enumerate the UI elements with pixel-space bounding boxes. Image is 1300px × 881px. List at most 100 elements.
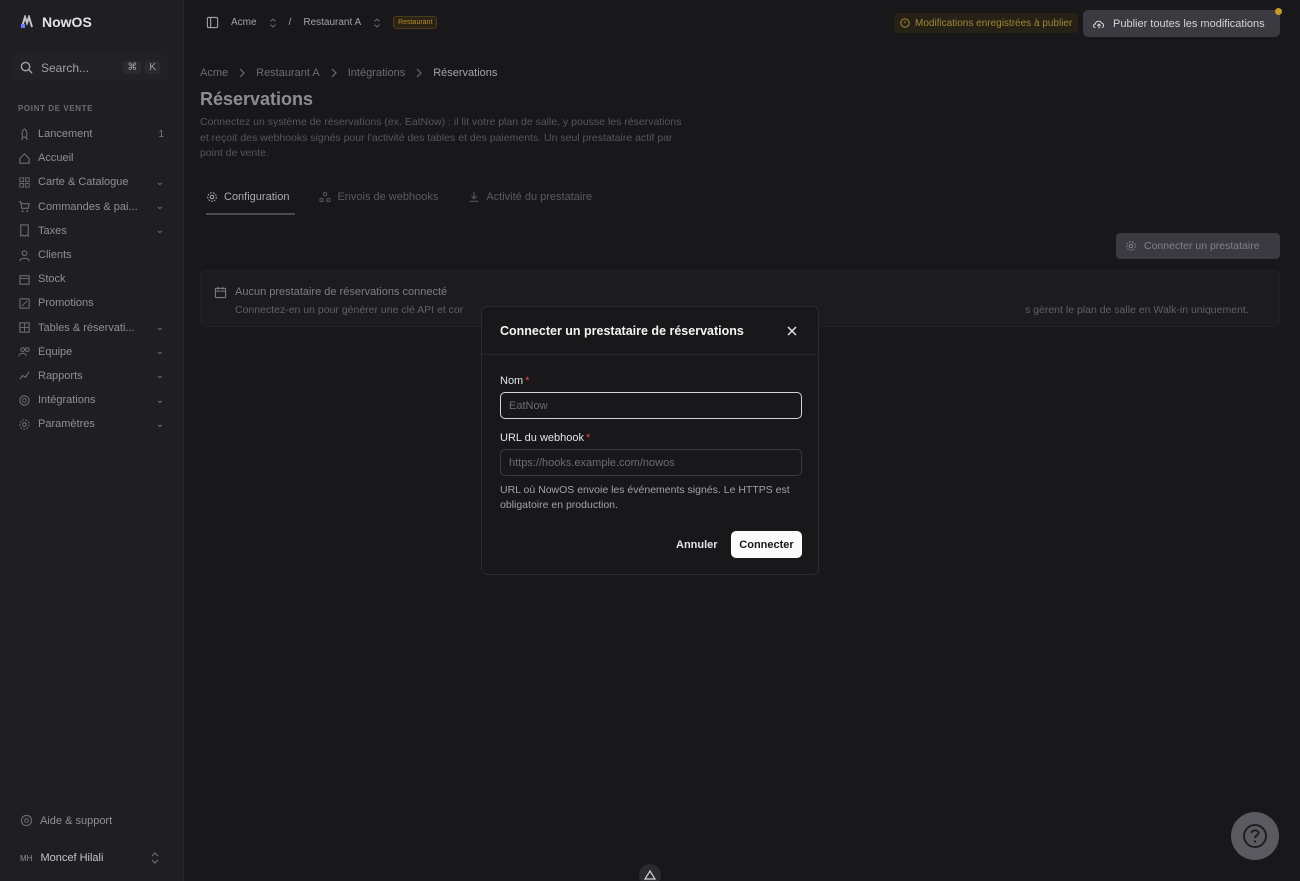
sidebar-item-tables[interactable]: Tables & réservati... ⌄ [18, 316, 164, 340]
webhook-icon [319, 191, 332, 203]
url-label-text: URL du webhook [500, 432, 584, 444]
dialog-header: Connecter un prestataire de réservations [482, 307, 818, 355]
chevron-down-icon: ⌄ [155, 322, 164, 334]
unsaved-changes-badge[interactable]: Modifications enregistrées à publier [894, 13, 1079, 33]
sidebar-item-lancement[interactable]: Lancement 1 [18, 122, 164, 146]
store-name[interactable]: Restaurant A [303, 17, 361, 28]
table-icon [18, 321, 31, 334]
sidebar-item-stock[interactable]: Stock [18, 267, 164, 291]
sidebar: NowOS Search... ⌘ K POINT DE VENTE Lance… [0, 0, 184, 881]
breadcrumb-item[interactable]: Restaurant A [256, 67, 320, 79]
plug-icon [18, 394, 31, 407]
connect-provider-dialog: Connecter un prestataire de réservations… [481, 306, 819, 575]
pending-dot [1275, 8, 1282, 15]
sidebar-item-carte[interactable]: Carte & Catalogue ⌄ [18, 170, 164, 194]
sidebar-item-label: Promotions [38, 297, 94, 310]
tab-label: Envois de webhooks [337, 191, 439, 203]
org-name[interactable]: Acme [231, 17, 257, 28]
app-name: NowOS [42, 14, 92, 30]
breadcrumb-item[interactable]: Intégrations [348, 67, 405, 79]
empty-state-text-end: s gèrent le plan de salle en Walk-in uni… [1025, 304, 1249, 316]
gear-icon [1125, 240, 1137, 252]
required-asterisk: * [525, 375, 530, 387]
sidebar-item-label: Commandes & pai... [38, 200, 138, 213]
connect-button[interactable]: Connecter [731, 531, 802, 558]
dialog-title: Connecter un prestataire de réservations [500, 323, 744, 338]
page-description: Connectez un système de réservations (ex… [200, 116, 682, 159]
sidebar-item-label: Tables & réservati... [38, 321, 135, 334]
cart-icon [18, 200, 31, 213]
home-icon [18, 152, 31, 165]
question-icon [1242, 823, 1268, 849]
cancel-button[interactable]: Annuler [668, 531, 726, 558]
sidebar-toggle-icon[interactable] [206, 16, 219, 29]
sidebar-item-promotions[interactable]: Promotions [18, 291, 164, 315]
publish-label: Publier toutes les modifications [1113, 17, 1265, 30]
publish-all-button[interactable]: Publier toutes les modifications [1083, 8, 1282, 37]
tab-webhooks[interactable]: Envois de webhooks [313, 182, 444, 212]
sidebar-nav: Lancement 1 Accueil Carte & Catalogue ⌄ … [18, 122, 164, 436]
chevron-right-icon [238, 68, 246, 78]
empty-state-title: Aucun prestataire de réservations connec… [235, 286, 448, 298]
name-input[interactable] [500, 392, 802, 419]
name-label-text: Nom [500, 375, 524, 387]
webhook-url-input[interactable] [500, 449, 802, 476]
connect-provider-button[interactable]: Connecter un prestataire [1116, 233, 1280, 259]
required-asterisk: * [585, 432, 591, 444]
sidebar-item-clients[interactable]: Clients [18, 243, 164, 267]
sidebar-section-label: POINT DE VENTE [18, 104, 94, 113]
devtools-logo-icon[interactable] [639, 864, 661, 881]
sidebar-item-label: Rapports [38, 369, 83, 382]
avatar: MH [20, 853, 33, 863]
breadcrumb-current: Réservations [433, 67, 498, 79]
count-badge: 1 [158, 128, 164, 140]
chevron-down-icon: ⌄ [155, 225, 164, 237]
sidebar-item-label: Taxes [38, 224, 67, 237]
tab-configuration[interactable]: Configuration [200, 182, 296, 215]
user-name: Moncef Hilali [40, 852, 104, 864]
store-type-badge: Restaurant [393, 16, 438, 29]
chevron-updown-icon [150, 852, 160, 864]
sidebar-item-label: Paramètres [38, 418, 95, 431]
help-support-link[interactable]: Aide & support [20, 814, 112, 827]
box-icon [18, 273, 31, 286]
name-field-label: Nom * [500, 375, 530, 387]
sidebar-item-taxes[interactable]: Taxes ⌄ [18, 219, 164, 243]
gear-icon [206, 191, 218, 203]
breadcrumb-item[interactable]: Acme [200, 67, 228, 79]
tab-activity[interactable]: Activité du prestataire [462, 182, 598, 212]
chevron-down-icon: ⌄ [155, 418, 164, 430]
team-icon [18, 345, 31, 358]
help-icon [20, 814, 33, 827]
sidebar-item-parametres[interactable]: Paramètres ⌄ [18, 412, 164, 436]
download-icon [468, 191, 480, 203]
unsaved-label: Modifications enregistrées à publier [915, 17, 1073, 29]
user-icon [18, 249, 31, 262]
kbd-k: K [145, 61, 160, 74]
calendar-icon [214, 286, 227, 299]
org-switcher: Acme / Restaurant A Restaurant [206, 16, 438, 29]
breadcrumb: Acme Restaurant A Intégrations Réservati… [200, 67, 497, 79]
chevron-updown-icon[interactable] [373, 17, 381, 28]
help-fab-button[interactable] [1231, 812, 1279, 860]
cloud-upload-icon [1092, 18, 1106, 30]
grid-icon [18, 176, 31, 189]
topbar: Acme / Restaurant A Restaurant Modificat… [184, 0, 1300, 48]
tab-bar: Configuration Envois de webhooks Activit… [200, 182, 598, 215]
sidebar-item-commandes[interactable]: Commandes & pai... ⌄ [18, 195, 164, 219]
sidebar-item-equipe[interactable]: Équipe ⌄ [18, 340, 164, 364]
sidebar-item-label: Équipe [38, 345, 73, 358]
close-icon[interactable] [784, 323, 800, 339]
sidebar-item-label: Carte & Catalogue [38, 176, 129, 189]
chevron-down-icon: ⌄ [155, 346, 164, 358]
brand[interactable]: NowOS [20, 14, 92, 30]
sidebar-item-label: Stock [38, 273, 66, 286]
empty-state-text: Connectez-en un pour générer une clé API… [235, 304, 464, 316]
sidebar-item-accueil[interactable]: Accueil [18, 146, 164, 170]
chevron-right-icon [330, 68, 338, 78]
chevron-updown-icon[interactable] [269, 17, 277, 28]
search-button[interactable]: Search... ⌘ K [12, 54, 168, 81]
sidebar-item-integrations[interactable]: Intégrations ⌄ [18, 388, 164, 412]
user-menu[interactable]: MH Moncef Hilali [20, 852, 160, 864]
sidebar-item-rapports[interactable]: Rapports ⌄ [18, 364, 164, 388]
